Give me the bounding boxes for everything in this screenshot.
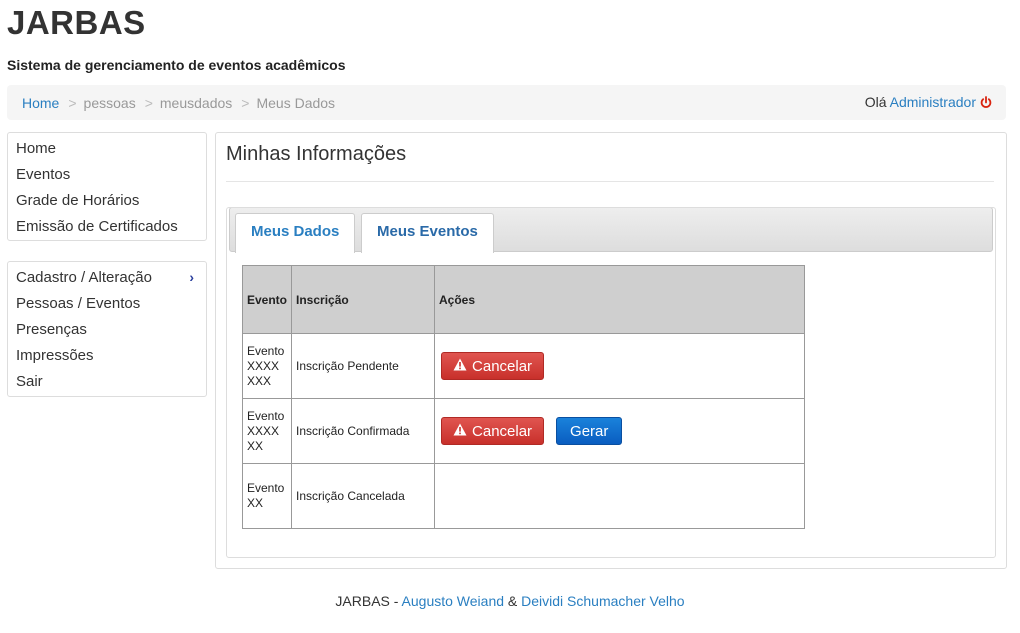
- footer-author-link[interactable]: Augusto Weiand: [402, 593, 504, 609]
- tab-meus-dados[interactable]: Meus Dados: [235, 213, 356, 253]
- event-name-line: XX: [247, 496, 264, 510]
- breadcrumb-home[interactable]: Home: [22, 95, 59, 111]
- main-menu: Home Eventos Grade de Horários Emissão d…: [7, 132, 207, 241]
- app-title: JARBAS: [7, 4, 146, 41]
- column-header-inscricao: Inscrição: [291, 265, 436, 334]
- event-name-line: Evento: [247, 408, 285, 423]
- admin-menu: Cadastro / Alteração › Pessoas / Eventos…: [7, 261, 207, 397]
- breadcrumb-separator: >: [144, 94, 153, 111]
- menu-item-presencas[interactable]: Presenças: [8, 317, 206, 343]
- warning-icon: [453, 423, 467, 439]
- breadcrumb: Home > pessoas > meusdados > Meus Dados: [22, 95, 865, 111]
- column-header-evento: Evento: [241, 265, 293, 334]
- user-name-link[interactable]: Administrador: [890, 94, 976, 110]
- registration-status-cell: Inscrição Pendente: [291, 333, 436, 399]
- generate-button[interactable]: Gerar: [556, 417, 623, 445]
- cancel-button[interactable]: Cancelar: [441, 352, 545, 380]
- chevron-right-icon: ›: [189, 269, 194, 285]
- event-name-cell: Evento XX: [241, 463, 293, 529]
- footer-dash: -: [389, 593, 402, 609]
- breadcrumb-current: Meus Dados: [256, 94, 336, 111]
- menu-item-sair[interactable]: Sair: [8, 369, 206, 395]
- event-name-line: Evento: [247, 481, 285, 495]
- page-title: Minhas Informações: [226, 143, 407, 165]
- footer-author-link[interactable]: Deividi Schumacher Velho: [521, 593, 684, 609]
- menu-item-impressoes[interactable]: Impressões: [8, 343, 206, 369]
- footer: JARBAS - Augusto Weiand & Deividi Schuma…: [0, 593, 1020, 609]
- cancel-button[interactable]: Cancelar: [441, 417, 545, 445]
- event-name-line: XXXX: [247, 358, 280, 373]
- warning-icon: [453, 358, 467, 374]
- breadcrumb-pessoas[interactable]: pessoas: [84, 95, 136, 111]
- menu-item-pessoas-eventos[interactable]: Pessoas / Eventos: [8, 291, 206, 317]
- menu-item-certificados[interactable]: Emissão de Certificados: [8, 214, 206, 240]
- event-name-line: XXX: [247, 373, 272, 388]
- menu-item-home[interactable]: Home: [8, 136, 206, 162]
- breadcrumb-meusdados[interactable]: meusdados: [160, 95, 232, 111]
- power-icon[interactable]: [980, 95, 992, 112]
- cancel-button-label: Cancelar: [472, 357, 533, 375]
- menu-item-cadastro-label: Cadastro / Alteração: [16, 269, 152, 286]
- menu-item-grade-horarios[interactable]: Grade de Horários: [8, 188, 206, 214]
- breadcrumb-bar: Home > pessoas > meusdados > Meus Dados …: [7, 85, 1006, 120]
- footer-app-name: JARBAS: [335, 593, 390, 609]
- registration-status-cell: Inscrição Confirmada: [291, 398, 436, 464]
- column-header-acoes: Ações: [434, 265, 806, 334]
- table-row: Evento XXXX XX Inscrição Confirmada Cancel…: [241, 398, 806, 464]
- content-panel: Minhas Informações Meus Dados Meus Event…: [215, 132, 1007, 569]
- table-row: Evento XXXX XXX Inscrição Pendente Cancela…: [241, 333, 806, 399]
- actions-cell: [434, 463, 806, 529]
- event-name-line: Evento: [247, 343, 285, 358]
- user-greeting: Olá Administrador: [865, 94, 992, 112]
- tab-meus-eventos[interactable]: Meus Eventos: [361, 213, 494, 253]
- breadcrumb-separator: >: [68, 94, 77, 111]
- event-name-line: XXXX: [247, 423, 280, 438]
- table-row: Evento XX Inscrição Cancelada: [241, 463, 806, 529]
- app-subtitle: Sistema de gerenciamento de eventos acad…: [7, 57, 346, 73]
- menu-item-eventos[interactable]: Eventos: [8, 162, 206, 188]
- title-divider: [226, 181, 994, 182]
- footer-ampersand: &: [504, 593, 522, 609]
- actions-cell: Cancelar: [434, 333, 806, 399]
- registration-status-cell: Inscrição Cancelada: [291, 463, 436, 529]
- table-header-row: Evento Inscrição Ações: [241, 265, 806, 334]
- greeting-text: Olá: [864, 93, 887, 110]
- event-name-cell: Evento XXXX XX: [241, 398, 293, 464]
- tab-bar: Meus Dados Meus Eventos: [229, 207, 993, 253]
- actions-cell: Cancelar Gerar: [434, 398, 806, 464]
- breadcrumb-separator: >: [241, 94, 250, 111]
- event-name-cell: Evento XXXX XXX: [241, 333, 293, 399]
- cancel-button-label: Cancelar: [472, 422, 533, 440]
- events-table: Evento Inscrição Ações Evento XXXX XXX Ins…: [241, 265, 806, 529]
- event-name-line: XX: [247, 438, 264, 453]
- menu-item-cadastro[interactable]: Cadastro / Alteração ›: [8, 265, 206, 291]
